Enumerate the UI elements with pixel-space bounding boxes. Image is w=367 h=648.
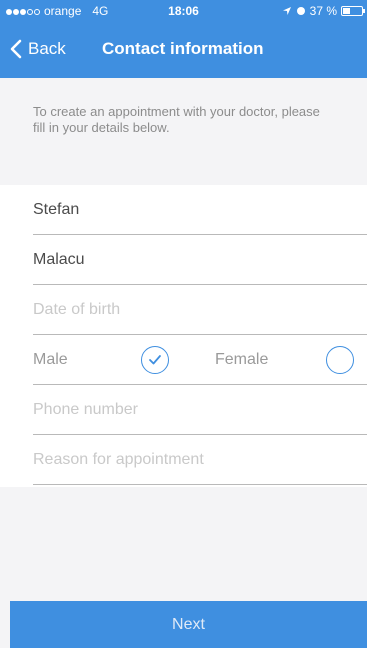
back-label: Back [28, 39, 66, 58]
gender-row: Male Female [33, 335, 367, 385]
reason-field[interactable]: Reason for appointment [33, 435, 367, 485]
date-of-birth-field[interactable]: Date of birth [33, 285, 367, 335]
status-bar: orange 4G 18:06 37 % [0, 0, 367, 22]
chevron-left-icon [10, 39, 22, 59]
phone-number-placeholder: Phone number [33, 400, 138, 418]
first-name-field[interactable]: Stefan [33, 185, 367, 235]
checkmark-icon [149, 355, 161, 365]
reason-placeholder: Reason for appointment [33, 450, 204, 468]
navigation-bar: Back Contact information [0, 22, 367, 78]
status-right: 37 % [282, 4, 365, 18]
intro-text: To create an appointment with your docto… [0, 78, 367, 185]
date-of-birth-placeholder: Date of birth [33, 300, 121, 318]
female-radio[interactable] [326, 346, 354, 374]
next-label: Next [172, 615, 205, 633]
first-name-value: Stefan [33, 200, 80, 218]
male-label: Male [33, 351, 68, 368]
empty-area [0, 487, 367, 601]
phone-number-field[interactable]: Phone number [33, 385, 367, 435]
page-title: Contact information [102, 39, 264, 58]
battery-percentage: 37 % [309, 4, 337, 18]
next-button[interactable]: Next [10, 601, 367, 648]
battery-icon [341, 6, 365, 16]
location-arrow-icon [282, 7, 291, 15]
alarm-icon [296, 7, 305, 15]
back-button[interactable]: Back [10, 39, 66, 59]
contact-form: Stefan Malacu Date of birth Male Female … [0, 185, 367, 487]
male-radio[interactable] [141, 346, 169, 374]
last-name-field[interactable]: Malacu [33, 235, 367, 285]
last-name-value: Malacu [33, 250, 85, 268]
female-label: Female [215, 351, 269, 368]
